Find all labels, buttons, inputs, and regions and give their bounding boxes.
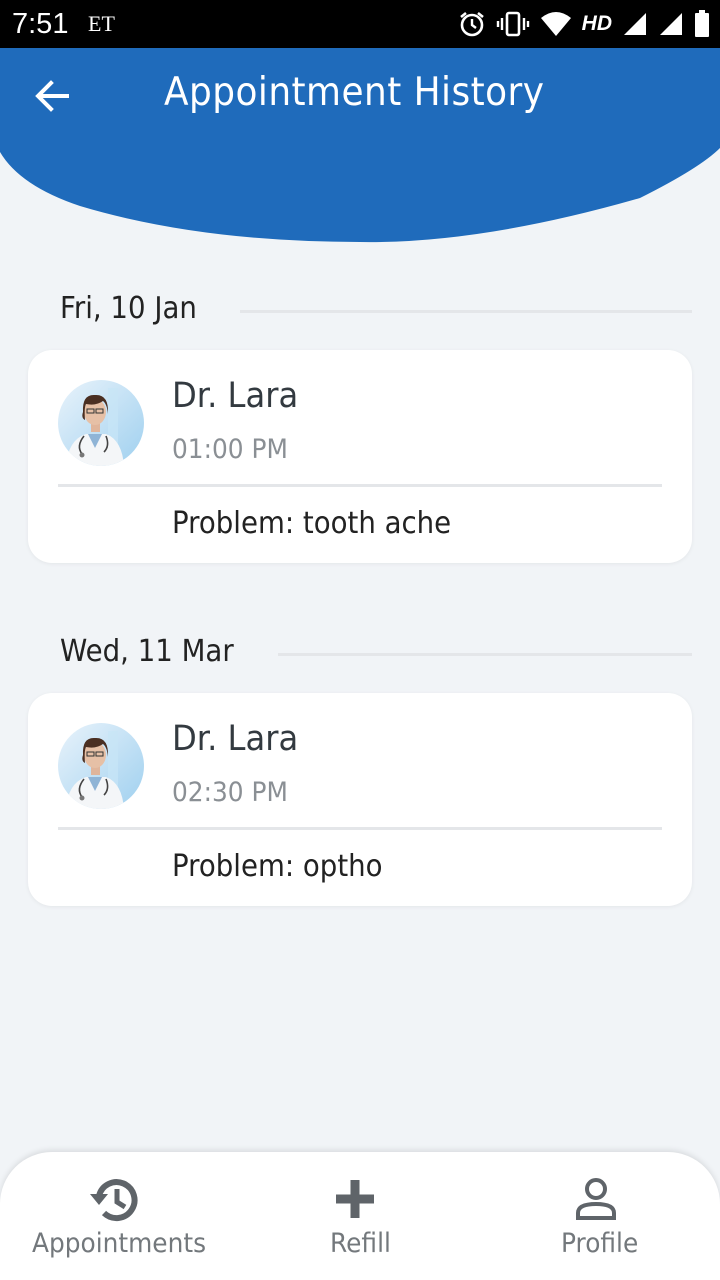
- status-bar: 7:51 ET HD: [0, 0, 720, 48]
- signal-icon: [660, 13, 682, 35]
- appointment-card[interactable]: Dr. Lara 01:00 PM Problem: tooth ache: [28, 350, 692, 563]
- page-title: Appointment History: [164, 70, 545, 115]
- appointment-time: 02:30 PM: [172, 777, 288, 808]
- date-header: Fri, 10 Jan: [60, 288, 209, 328]
- nav-item-refill[interactable]: Refill: [320, 1152, 400, 1280]
- person-icon: [576, 1178, 616, 1220]
- status-icons: HD: [458, 8, 710, 40]
- arrow-left-icon: [35, 80, 69, 112]
- nav-item-profile[interactable]: Profile: [552, 1152, 652, 1280]
- history-icon: [90, 1179, 138, 1222]
- doctor-name: Dr. Lara: [172, 376, 299, 416]
- nav-label: Appointments: [32, 1228, 207, 1259]
- doctor-name: Dr. Lara: [172, 719, 299, 759]
- bottom-nav: Appointments Refill Profile: [0, 1152, 720, 1280]
- appointment-time: 01:00 PM: [172, 434, 288, 465]
- status-carrier: ET: [88, 11, 115, 36]
- nav-item-appointments[interactable]: Appointments: [30, 1152, 220, 1280]
- battery-icon: [695, 10, 709, 37]
- date-divider: [278, 653, 692, 656]
- problem-text: Problem: tooth ache: [172, 506, 452, 541]
- date-label: Fri, 10 Jan: [60, 290, 197, 326]
- card-divider: [58, 827, 662, 830]
- signal-icon: [624, 13, 646, 35]
- vibrate-icon: [496, 11, 529, 37]
- wifi-icon: [540, 12, 571, 36]
- alarm-icon: [459, 11, 484, 37]
- nav-label: Refill: [330, 1228, 391, 1259]
- back-button[interactable]: [30, 74, 74, 118]
- problem-text: Problem: optho: [172, 849, 383, 884]
- doctor-avatar: [58, 380, 144, 466]
- appointment-card[interactable]: Dr. Lara 02:30 PM Problem: optho: [28, 693, 692, 906]
- doctor-avatar: [58, 723, 144, 809]
- status-time: 7:51: [12, 8, 69, 40]
- network-label: HD: [581, 12, 612, 35]
- nav-label: Profile: [561, 1228, 639, 1259]
- plus-icon: [336, 1180, 374, 1218]
- date-header: Wed, 11 Mar: [60, 631, 249, 671]
- date-label: Wed, 11 Mar: [60, 633, 234, 669]
- card-divider: [58, 484, 662, 487]
- date-divider: [240, 310, 692, 313]
